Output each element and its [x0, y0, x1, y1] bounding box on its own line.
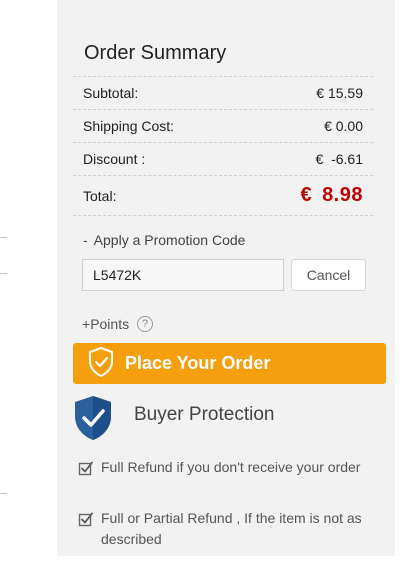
- collapse-icon: -: [83, 232, 88, 248]
- shipping-row: Shipping Cost: € 0.00: [73, 109, 373, 142]
- buyer-protection-shield-icon: [72, 394, 114, 447]
- promotion-toggle-label: Apply a Promotion Code: [93, 232, 246, 248]
- points-toggle[interactable]: + Points ?: [82, 316, 154, 332]
- total-amount: 8.98: [322, 184, 363, 206]
- subtotal-label: Subtotal:: [83, 85, 139, 101]
- order-summary-title: Order Summary: [84, 42, 227, 64]
- summary-divider: [73, 215, 373, 216]
- buyer-protection-title: Buyer Protection: [134, 404, 275, 425]
- subtotal-row: Subtotal: € 15.59: [73, 76, 373, 109]
- edge-divider: [0, 493, 7, 494]
- checkbox-checked-icon: [78, 511, 94, 527]
- protection-item: Full or Partial Refund , If the item is …: [78, 508, 378, 550]
- shield-check-icon: [87, 346, 115, 381]
- discount-value: € -6.61: [315, 151, 363, 167]
- place-order-label: Place Your Order: [125, 353, 271, 373]
- promotion-code-toggle[interactable]: - Apply a Promotion Code: [83, 232, 245, 248]
- help-icon[interactable]: ?: [137, 316, 154, 332]
- shipping-value: € 0.00: [324, 118, 363, 134]
- points-label: Points: [90, 316, 130, 332]
- total-label: Total:: [83, 187, 117, 204]
- discount-row: Discount : € -6.61: [73, 142, 373, 175]
- total-row: Total: €8.98: [73, 175, 373, 215]
- expand-icon: +: [82, 316, 91, 332]
- discount-label: Discount :: [83, 151, 146, 167]
- shipping-label: Shipping Cost:: [83, 118, 175, 134]
- edge-divider: [0, 273, 7, 274]
- checkbox-checked-icon: [78, 460, 94, 476]
- receipt-zigzag-edge: [57, 551, 395, 561]
- total-currency: €: [300, 184, 313, 206]
- promotion-code-input[interactable]: [82, 259, 284, 291]
- protection-item-text: Full Refund if you don't receive your or…: [101, 459, 361, 475]
- protection-item-text: Full or Partial Refund , If the item is …: [101, 510, 362, 547]
- total-value: €8.98: [300, 184, 363, 207]
- protection-item: Full Refund if you don't receive your or…: [78, 457, 378, 478]
- edge-divider: [0, 237, 7, 238]
- place-order-button[interactable]: Place Your Order: [73, 343, 386, 384]
- cancel-promotion-button[interactable]: Cancel: [291, 259, 366, 291]
- subtotal-value: € 15.59: [316, 85, 363, 101]
